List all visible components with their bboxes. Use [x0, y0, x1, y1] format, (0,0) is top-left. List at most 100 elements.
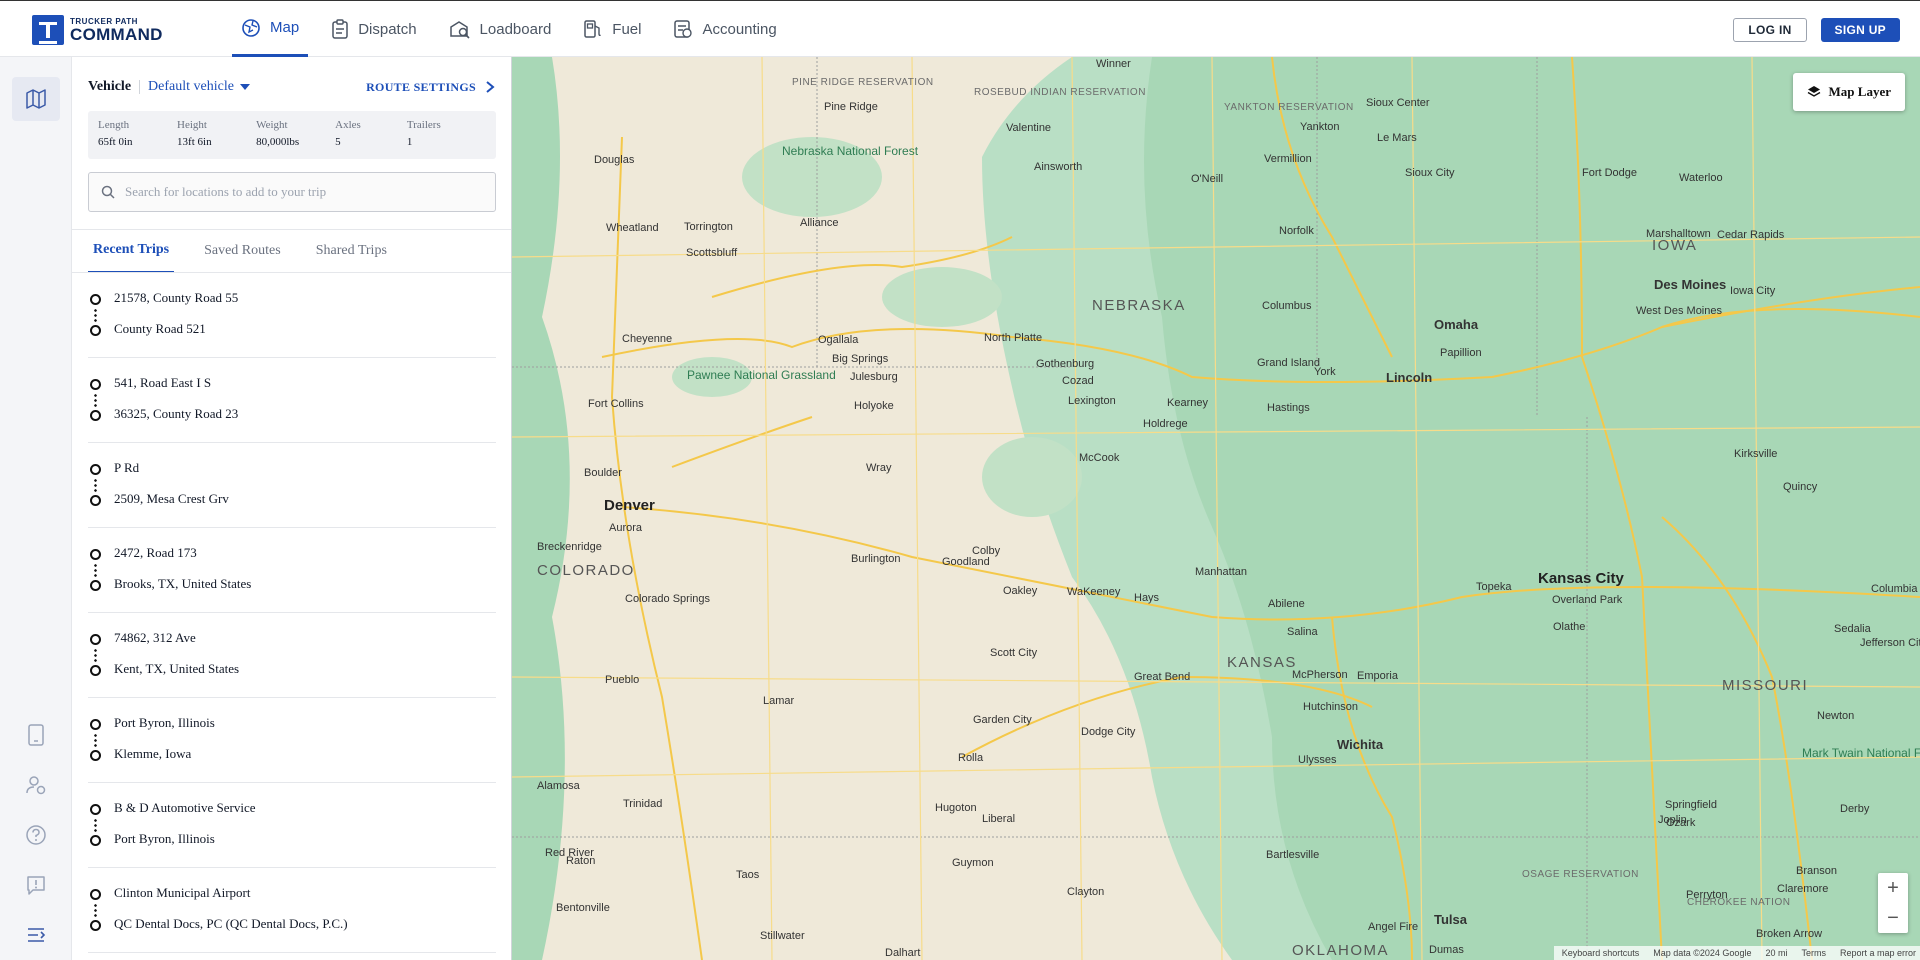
rail-team-button[interactable] [12, 763, 60, 807]
spec-trailers: Trailers 1 [407, 119, 486, 151]
tab-recent-trips[interactable]: Recent Trips [88, 229, 175, 273]
trip-destination: Klemme, Iowa [114, 746, 192, 761]
forest-label: Nebraska National Forest [782, 144, 919, 158]
city-label: O'Neill [1191, 173, 1224, 185]
zoom-in-button[interactable]: + [1878, 873, 1908, 903]
city-label: Lexington [1068, 395, 1116, 407]
route-dots-icon [94, 648, 97, 663]
state-label: OKLAHOMA [1292, 942, 1390, 959]
city-label: Hugoton [935, 802, 977, 814]
chevron-right-icon [486, 81, 495, 93]
trip-destination: 36325, County Road 23 [114, 406, 239, 421]
spec-key: Length [98, 119, 130, 131]
map-layer-label: Map Layer [1828, 84, 1891, 99]
report-error-link[interactable]: Report a map error [1840, 948, 1916, 958]
spec-length: Length 65ft 0in [98, 119, 177, 151]
brand-logo[interactable]: TRUCKER PATH COMMAND [32, 15, 163, 45]
trip-destination: Brooks, TX, United States [114, 576, 252, 591]
login-button[interactable]: LOG IN [1733, 18, 1807, 42]
nav-loadboard[interactable]: Loadboard [440, 1, 561, 57]
rail-collapse-button[interactable] [12, 913, 60, 957]
vehicle-specs[interactable]: Length 65ft 0in Height 13ft 6in Weight 80,0… [88, 111, 496, 159]
trip-origin: 74862, 312 Ave [114, 630, 196, 645]
city-label: Norfolk [1279, 225, 1314, 237]
nav-fuel[interactable]: Fuel [574, 1, 650, 57]
rail-feedback-button[interactable] [12, 863, 60, 907]
city-label: Waterloo [1679, 172, 1723, 184]
map-terrain [512, 57, 1920, 960]
origin-marker-icon [90, 634, 101, 645]
nav-accounting[interactable]: Accounting [664, 1, 785, 57]
route-dots-icon [94, 308, 97, 323]
city-label-major: Omaha [1434, 317, 1479, 332]
state-label: KANSAS [1227, 654, 1297, 671]
spec-height: Height 13ft 6in [177, 119, 256, 151]
vehicle-select[interactable]: Default vehicle [148, 79, 252, 95]
city-label: Jefferson City [1860, 637, 1920, 649]
city-label: McPherson [1292, 669, 1348, 681]
vehicle-row: Vehicle Default vehicle ROUTE SETTINGS [88, 77, 496, 97]
spec-key: Height [177, 119, 207, 131]
origin-marker-icon [90, 294, 101, 305]
city-label: Breckenridge [537, 541, 602, 553]
tab-shared-trips[interactable]: Shared Trips [311, 229, 392, 273]
city-label: Garden City [973, 714, 1032, 726]
city-label: Newton [1817, 710, 1855, 722]
collapse-menu-icon [28, 928, 46, 942]
rail-device-button[interactable] [12, 713, 60, 757]
map-layer-button[interactable]: Map Layer [1792, 73, 1905, 111]
spec-key: Trailers [406, 119, 441, 131]
origin-marker-icon [90, 719, 101, 730]
city-label-major: Lincoln [1386, 370, 1433, 385]
city-label: Sedalia [1834, 623, 1871, 635]
city-label: Alliance [800, 217, 839, 229]
trip-item[interactable]: 21578, County Road 55 County Road 521 [88, 273, 496, 358]
city-label: Sioux Center [1366, 97, 1430, 109]
trip-item[interactable]: Port Byron, Illinois Klemme, Iowa [88, 698, 496, 783]
city-label: Bentonville [556, 902, 610, 914]
rail-map-button[interactable] [12, 77, 60, 121]
dispatch-icon [332, 19, 348, 39]
city-label: Dalhart [885, 947, 921, 959]
left-rail [0, 57, 72, 960]
destination-marker-icon [90, 750, 101, 761]
trip-item[interactable]: Clinton Municipal Airport QC Dental Docs,… [88, 868, 496, 953]
auth-buttons: LOG IN SIGN UP [1733, 18, 1900, 42]
signup-button[interactable]: SIGN UP [1820, 18, 1900, 42]
trip-origin: Port Byron, Illinois [114, 715, 215, 730]
nav-map-label: Map [270, 19, 300, 36]
route-settings-link[interactable]: ROUTE SETTINGS [366, 80, 496, 95]
city-label: Cozad [1062, 375, 1094, 387]
trip-search-box[interactable] [88, 172, 496, 212]
keyboard-shortcuts-link[interactable]: Keyboard shortcuts [1562, 948, 1640, 958]
destination-marker-icon [90, 920, 101, 931]
city-label: Abilene [1268, 598, 1305, 610]
city-label: Great Bend [1134, 671, 1191, 683]
trip-origin: 2472, Road 173 [114, 545, 197, 560]
route-dots-icon [94, 733, 97, 748]
city-label: Iowa City [1730, 285, 1776, 297]
origin-marker-icon [90, 549, 101, 560]
nav-map[interactable]: Map [232, 1, 309, 57]
route-dots-icon [94, 393, 97, 408]
nav-dispatch[interactable]: Dispatch [322, 1, 425, 57]
spec-value: 65ft 0in [98, 136, 133, 148]
city-label: Quincy [1783, 481, 1818, 493]
trip-destination: 2509, Mesa Crest Grv [114, 491, 229, 506]
zoom-out-button[interactable]: − [1878, 903, 1908, 933]
city-label: Sioux City [1405, 167, 1455, 179]
map-canvas[interactable]: Map Layer + − Keyboard shortcuts Map dat… [512, 57, 1920, 960]
trip-item[interactable]: B & D Automotive Service Port Byron, Illi… [88, 783, 496, 868]
trip-item[interactable]: 541, Road East I S 36325, County Road 23 [88, 358, 496, 443]
trip-item[interactable]: 2472, Road 173 Brooks, TX, United States [88, 528, 496, 613]
rail-help-button[interactable] [12, 813, 60, 857]
city-label: West Des Moines [1636, 305, 1722, 317]
nav-loadboard-label: Loadboard [479, 20, 552, 38]
trip-item[interactable]: 74862, 312 Ave Kent, TX, United States [88, 613, 496, 698]
tab-saved-routes[interactable]: Saved Routes [199, 229, 286, 273]
city-label: Fort Collins [588, 398, 644, 410]
trip-item[interactable]: P Rd 2509, Mesa Crest Grv [88, 443, 496, 528]
search-input[interactable] [125, 184, 485, 200]
state-label: NEBRASKA [1092, 297, 1186, 314]
terms-link[interactable]: Terms [1801, 948, 1826, 958]
